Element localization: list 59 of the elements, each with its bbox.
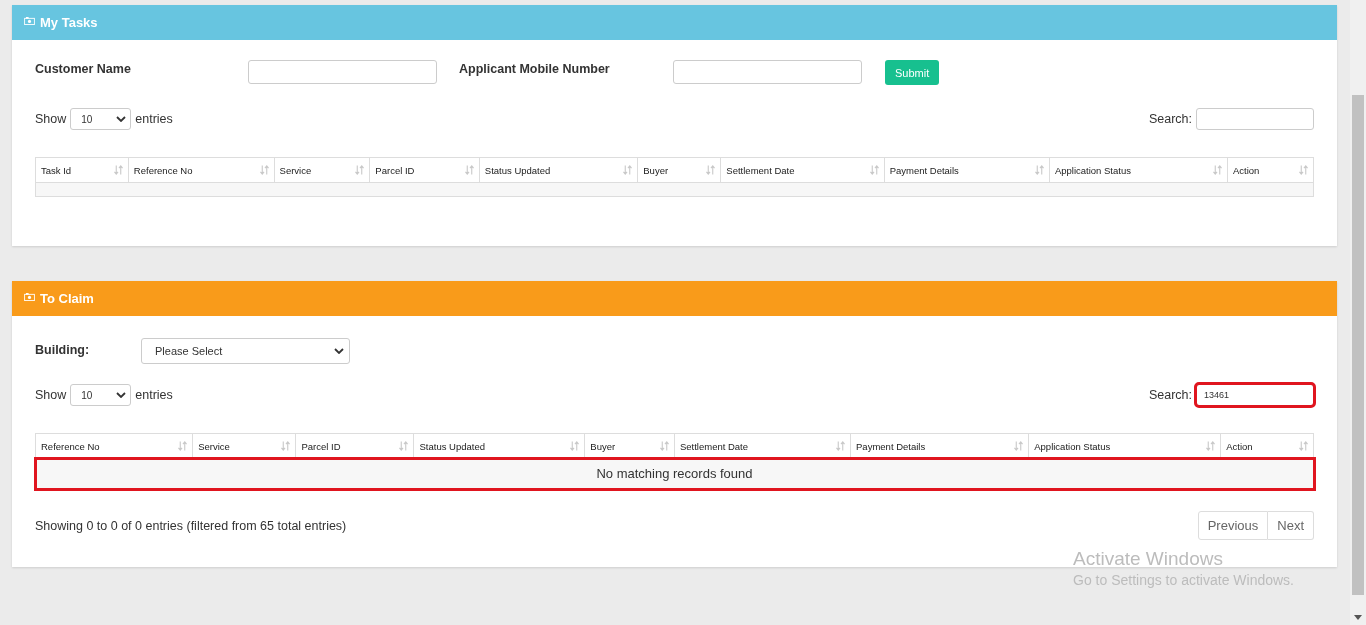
card-icon (24, 16, 35, 25)
sort-icon (399, 441, 409, 451)
show-label: Show (35, 112, 67, 126)
sort-icon (659, 441, 669, 451)
sort-icon (1212, 165, 1222, 175)
entries-label: entries (135, 388, 173, 402)
sort-icon (836, 441, 846, 451)
search-label: Search: (1148, 388, 1192, 402)
sort-icon (623, 165, 633, 175)
entries-select[interactable]: 10 (70, 108, 132, 130)
column-header[interactable]: Status Updated (479, 157, 638, 183)
search-field[interactable]: 13461 (1196, 384, 1314, 406)
caret-icon (334, 348, 344, 354)
caret-icon (116, 116, 127, 122)
table-info: Showing 0 to 0 of 0 entries (filtered from 65 total entries) (35, 518, 347, 533)
pagination-button[interactable]: Next (1268, 511, 1314, 540)
column-header[interactable]: Service (274, 157, 370, 183)
sort-icon (464, 165, 474, 175)
card-icon (24, 292, 35, 301)
entries-label: entries (135, 112, 173, 126)
scrollbar[interactable] (1350, 0, 1366, 625)
column-header[interactable]: Action (1227, 157, 1314, 183)
sort-icon (1299, 441, 1308, 451)
search-field[interactable] (1196, 108, 1314, 130)
sort-icon (281, 441, 291, 451)
activation-title: Activate Windows (1073, 548, 1224, 570)
empty-row: No matching records found (35, 458, 1314, 489)
column-header[interactable]: Settlement Date (720, 157, 885, 183)
search-label: Search: (1148, 112, 1192, 126)
show-label: Show (35, 388, 67, 402)
column-header[interactable]: Application Status (1049, 157, 1228, 183)
input-field[interactable] (673, 60, 862, 84)
sort-icon (355, 165, 365, 175)
sort-icon (113, 165, 123, 175)
column-header[interactable]: Parcel ID (369, 157, 480, 183)
building-select[interactable]: Please Select (141, 338, 350, 364)
sort-icon (1014, 441, 1024, 451)
sort-icon (1206, 441, 1216, 451)
field-label: Applicant Mobile Number (459, 61, 611, 76)
sort-icon (706, 165, 716, 175)
entries-select[interactable]: 10 (70, 384, 132, 406)
column-header[interactable]: Buyer (637, 157, 721, 183)
column-header[interactable]: Task Id (35, 157, 129, 183)
sort-icon (178, 441, 188, 451)
field-label: Building: (35, 342, 91, 357)
column-header[interactable]: Payment Details (884, 157, 1050, 183)
column-header[interactable]: Reference No (128, 157, 275, 183)
caret-icon (116, 392, 127, 398)
input-field[interactable] (248, 60, 437, 84)
panel-title: To Claim (40, 291, 94, 306)
arrow-down-icon[interactable] (1354, 615, 1362, 620)
sort-icon (259, 165, 269, 175)
sort-icon (1034, 165, 1044, 175)
sort-icon (570, 441, 580, 451)
sort-icon (869, 165, 879, 175)
pagination-button[interactable]: Previous (1197, 511, 1269, 540)
panel-title: My Tasks (40, 15, 98, 30)
field-label: Customer Name (35, 61, 132, 76)
sort-icon (1299, 165, 1308, 175)
